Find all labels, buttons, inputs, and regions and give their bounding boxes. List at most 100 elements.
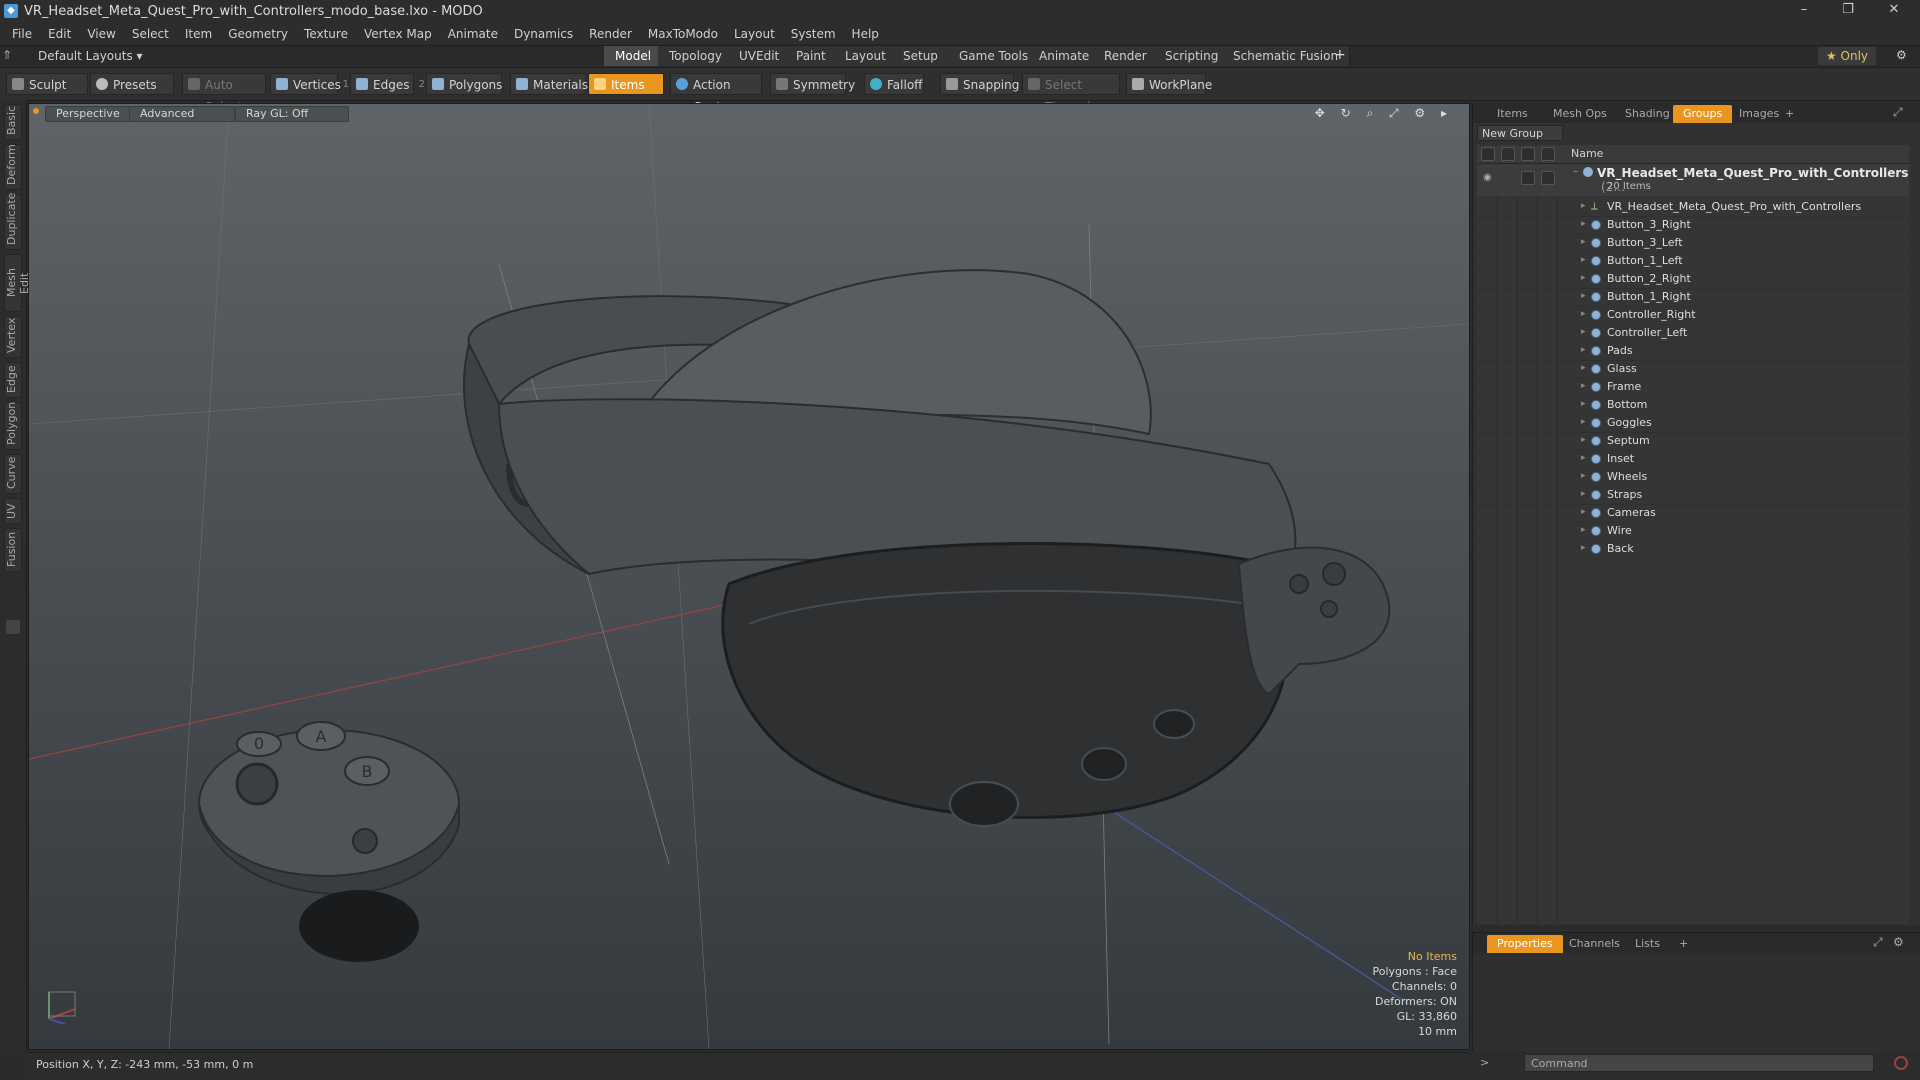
- list-item[interactable]: ▸ Inset: [1477, 450, 1909, 469]
- expand-arrow-icon[interactable]: ▸: [1581, 219, 1586, 229]
- tab-polygon[interactable]: Polygon: [4, 402, 22, 450]
- list-item[interactable]: ▸ Glass: [1477, 360, 1909, 379]
- expand-arrow-icon[interactable]: ▸: [1581, 381, 1586, 391]
- auto-select-button[interactable]: Auto Select: [182, 73, 266, 114]
- tab-paint[interactable]: Paint: [785, 46, 838, 66]
- expand-arrow-icon[interactable]: ▸: [1581, 291, 1586, 301]
- expand-arrow-icon[interactable]: ▸: [1581, 255, 1586, 265]
- expand-arrow-icon[interactable]: ▸: [1581, 399, 1586, 409]
- expand-arrow-icon[interactable]: ▸: [1581, 273, 1586, 283]
- menu-help[interactable]: Help: [852, 27, 879, 41]
- eye-icon[interactable]: ◉: [1483, 172, 1492, 183]
- workplane-button[interactable]: WorkPlane: [1126, 73, 1212, 95]
- tab-channels[interactable]: Channels: [1559, 935, 1630, 953]
- close-button[interactable]: ✕: [1876, 2, 1912, 20]
- tab-mesh-ops[interactable]: Mesh Ops: [1543, 105, 1617, 123]
- new-group-button[interactable]: New Group: [1477, 125, 1563, 141]
- expand-arrow-icon[interactable]: ▸: [1581, 489, 1586, 499]
- expand-arrow-icon[interactable]: ▸: [1581, 309, 1586, 319]
- command-input[interactable]: Command: [1524, 1054, 1874, 1072]
- list-item[interactable]: ▸ Button_3_Right: [1477, 216, 1909, 235]
- snapping-button[interactable]: Snapping: [940, 73, 1019, 95]
- list-item[interactable]: ▸ ⟂ VR_Headset_Meta_Quest_Pro_with_Control…: [1477, 198, 1909, 217]
- presets-button[interactable]: Presets F6: [90, 73, 174, 114]
- menu-file[interactable]: File: [12, 27, 32, 41]
- minimize-button[interactable]: –: [1786, 2, 1822, 20]
- group-row[interactable]: ◉ – VR_Headset_Meta_Quest_Pro_with_Contr…: [1477, 164, 1909, 196]
- menu-animate[interactable]: Animate: [448, 27, 498, 41]
- menu-edit[interactable]: Edit: [48, 27, 71, 41]
- tab-mesh-edit[interactable]: Mesh Edit: [4, 254, 31, 312]
- expand-arrow-icon[interactable]: ▸: [1581, 237, 1586, 247]
- tab-curve[interactable]: Curve: [4, 454, 22, 494]
- list-item[interactable]: ▸ Back: [1477, 540, 1909, 559]
- menu-maxtomodo[interactable]: MaxToModo: [648, 27, 718, 41]
- expand-arrow-icon[interactable]: ▸: [1581, 435, 1586, 445]
- tab-schematic-fusion[interactable]: Schematic Fusion: [1222, 46, 1351, 66]
- tab-shading[interactable]: Shading: [1615, 105, 1680, 123]
- raygl-button[interactable]: Ray GL: Off: [235, 106, 349, 122]
- groups-list[interactable]: ◉ – VR_Headset_Meta_Quest_Pro_with_Contr…: [1477, 164, 1909, 924]
- restore-button[interactable]: ❐: [1830, 2, 1866, 20]
- menu-select[interactable]: Select: [132, 27, 169, 41]
- tab-model[interactable]: Model: [604, 46, 664, 66]
- action-center-button[interactable]: Action Center: [670, 73, 762, 114]
- settings-gear-icon[interactable]: ⚙: [1896, 48, 1907, 62]
- expand-arrow-icon[interactable]: ▸: [1581, 327, 1586, 337]
- panel-toggle-icon[interactable]: [6, 620, 20, 634]
- expand-arrow-icon[interactable]: ▸: [1581, 507, 1586, 517]
- tab-deform[interactable]: Deform: [4, 144, 22, 190]
- advanced-button[interactable]: Advanced: [129, 106, 235, 122]
- menu-dynamics[interactable]: Dynamics: [514, 27, 573, 41]
- select-through-button[interactable]: Select Through: [1022, 73, 1120, 114]
- list-item[interactable]: ▸ Goggles: [1477, 414, 1909, 433]
- list-item[interactable]: ▸ Button_1_Left: [1477, 252, 1909, 271]
- menu-geometry[interactable]: Geometry: [228, 27, 288, 41]
- menu-texture[interactable]: Texture: [304, 27, 348, 41]
- tab-duplicate[interactable]: Duplicate: [4, 193, 22, 250]
- sculpt-button[interactable]: Sculpt: [6, 73, 88, 95]
- list-item[interactable]: ▸ Button_2_Right: [1477, 270, 1909, 289]
- list-item[interactable]: ▸ Wheels: [1477, 468, 1909, 487]
- tab-basic[interactable]: Basic: [4, 104, 22, 140]
- 3d-viewport[interactable]: 0 A B Perspective Advanced Ray GL: Off ✥…: [28, 103, 1470, 1050]
- list-item[interactable]: ▸ Frame: [1477, 378, 1909, 397]
- expand-arrow-icon[interactable]: ▸: [1581, 453, 1586, 463]
- tab-edge[interactable]: Edge: [4, 362, 22, 398]
- record-icon[interactable]: [1894, 1056, 1908, 1070]
- tab-animate[interactable]: Animate: [1028, 46, 1102, 66]
- properties-gear-icon[interactable]: ⚙: [1893, 935, 1904, 949]
- polygons-mode-button[interactable]: Polygons: [426, 73, 502, 95]
- tab-render[interactable]: Render: [1093, 46, 1159, 66]
- menu-layout[interactable]: Layout: [734, 27, 775, 41]
- list-item[interactable]: ▸ Button_3_Left: [1477, 234, 1909, 253]
- list-item[interactable]: ▸ Bottom: [1477, 396, 1909, 415]
- expand-arrow-icon[interactable]: ▸: [1581, 417, 1586, 427]
- menu-item[interactable]: Item: [185, 27, 212, 41]
- render-icon[interactable]: [1501, 147, 1515, 161]
- viewport-navigation-icons[interactable]: ✥ ↻ ⌕ ⤢ ⚙ ▸: [1315, 106, 1453, 121]
- lock-checkbox[interactable]: [1521, 171, 1535, 185]
- layout-selector[interactable]: Default Layouts ▾: [38, 49, 143, 63]
- list-item[interactable]: ▸ Septum: [1477, 432, 1909, 451]
- tab-scripting[interactable]: Scripting: [1154, 46, 1231, 66]
- tab-lists[interactable]: Lists: [1625, 935, 1670, 953]
- symmetry-button[interactable]: Symmetry: [770, 73, 855, 95]
- add-properties-tab-button[interactable]: +: [1669, 935, 1698, 953]
- list-item[interactable]: ▸ Pads: [1477, 342, 1909, 361]
- vertices-mode-button[interactable]: Vertices 1: [270, 73, 349, 95]
- expand-arrow-icon[interactable]: ▸: [1581, 525, 1586, 535]
- tab-uv[interactable]: UV: [4, 498, 22, 524]
- list-item[interactable]: ▸ Straps: [1477, 486, 1909, 505]
- tab-setup[interactable]: Setup: [892, 46, 950, 66]
- expand-arrow-icon[interactable]: ▸: [1581, 201, 1586, 211]
- list-item[interactable]: ▸ Button_1_Right: [1477, 288, 1909, 307]
- expand-arrow-icon[interactable]: ▸: [1581, 345, 1586, 355]
- tab-topology[interactable]: Topology: [658, 46, 734, 66]
- perspective-button[interactable]: Perspective: [45, 106, 135, 122]
- materials-mode-button[interactable]: Materials: [510, 73, 588, 95]
- menu-vertex-map[interactable]: Vertex Map: [364, 27, 432, 41]
- only-toggle-button[interactable]: ★ Only: [1818, 47, 1876, 65]
- collapse-icon[interactable]: –: [1573, 166, 1578, 177]
- tab-items[interactable]: Items: [1487, 105, 1538, 123]
